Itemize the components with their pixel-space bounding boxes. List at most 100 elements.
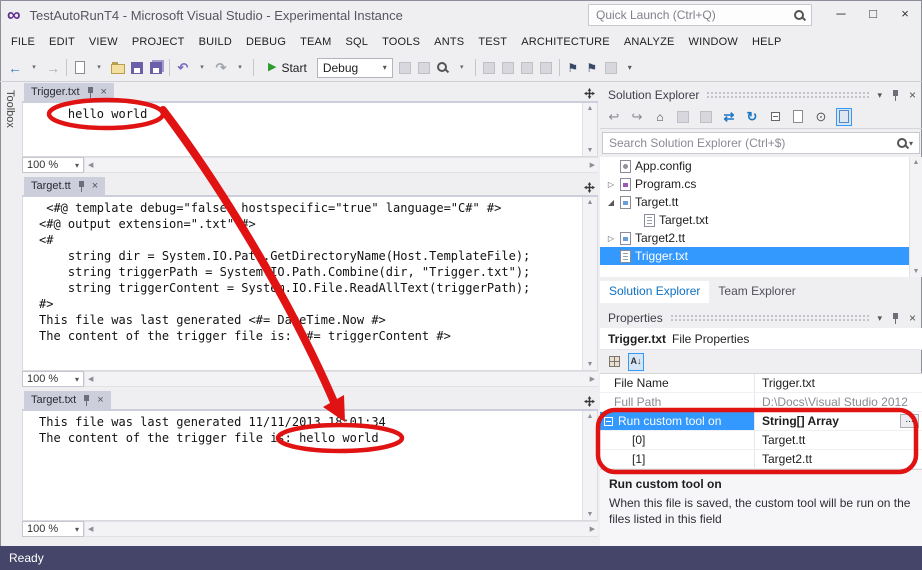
collapse-all-icon[interactable] [767,108,783,126]
property-value-cell[interactable]: String[] Array ... [755,412,922,430]
horizontal-scrollbar[interactable]: ◀ ▶ [84,371,598,387]
menu-item[interactable]: WINDOW [682,32,745,52]
solution-explorer-search-input[interactable]: Search Solution Explorer (Ctrl+$) ▾ [602,132,920,154]
scroll-right-icon[interactable]: ▶ [590,162,595,169]
close-icon[interactable]: × [97,394,103,406]
undo-caret-icon[interactable]: ▾ [195,58,209,78]
sync-with-active-document-icon[interactable]: ⇄ [721,108,737,126]
property-row[interactable]: [0] Target.tt ... [600,431,922,450]
next-bookmark-icon[interactable]: ⚑ [585,58,599,78]
quick-launch-input[interactable]: Quick Launch (Ctrl+Q) [588,4,812,26]
expander-icon[interactable]: ▷ [606,180,616,189]
start-debugging-button[interactable]: ▶ Start [262,59,313,77]
toolbox-tab[interactable]: Toolbox [0,82,22,546]
back-icon[interactable]: ↩ [606,108,622,126]
expander-icon[interactable]: ◢ [606,198,616,207]
save-all-icon[interactable] [149,58,163,78]
scroll-left-icon[interactable]: ◀ [88,376,93,383]
close-button[interactable]: × [889,1,921,25]
categorized-icon[interactable] [606,353,622,371]
tab-target-txt[interactable]: Target.txt × [24,391,111,409]
vertical-scrollbar[interactable]: ▲ ▼ [582,197,597,370]
show-all-files-icon[interactable] [790,108,806,126]
tree-item[interactable]: ▷ Target2.tt [600,229,922,247]
menu-item[interactable]: ARCHITECTURE [514,32,617,52]
attach-to-process-icon[interactable] [398,58,412,78]
new-file-caret-icon[interactable]: ▾ [92,58,106,78]
window-position-icon[interactable]: ▾ [877,90,882,101]
scroll-up-icon[interactable]: ▲ [587,199,594,206]
property-row[interactable]: Full Path D:\Docs\Visual Studio 2012 ... [600,393,922,412]
ellipsis-button[interactable]: ... [900,414,919,428]
menu-item[interactable]: VIEW [82,32,125,52]
navigate-forward-icon[interactable] [501,58,515,78]
home-icon[interactable]: ⌂ [652,108,668,126]
indent-icon[interactable] [520,58,534,78]
close-icon[interactable]: × [92,180,98,192]
close-icon[interactable]: × [101,86,107,98]
save-icon[interactable] [130,58,144,78]
redo-icon[interactable]: ↷ [214,58,228,78]
expander-icon[interactable]: ▷ [606,234,616,243]
scroll-up-icon[interactable]: ▲ [913,159,920,166]
menu-item[interactable]: TOOLS [375,32,427,52]
tree-item[interactable]: ▷ Program.cs [600,175,922,193]
menu-item[interactable]: SQL [338,32,375,52]
property-value-cell[interactable]: D:\Docs\Visual Studio 2012 ... [755,393,922,411]
find-caret-icon[interactable]: ▾ [455,58,469,78]
pending-changes-filter-icon[interactable] [698,108,714,126]
menu-item[interactable]: EDIT [42,32,82,52]
zoom-level-select[interactable]: 100 % ▾ [22,521,84,537]
menu-item[interactable]: BUILD [192,32,239,52]
forward-icon[interactable]: ↪ [629,108,645,126]
window-position-icon[interactable]: ▾ [877,313,882,324]
toolbar-overflow-icon[interactable]: ▾ [623,58,637,78]
tree-item[interactable]: ◢ Target.tt [600,193,922,211]
scroll-right-icon[interactable]: ▶ [590,376,595,383]
tree-item[interactable]: App.config [600,157,922,175]
navigate-backward-icon[interactable] [482,58,496,78]
nav-back-caret-icon[interactable]: ▾ [27,58,41,78]
new-file-icon[interactable] [73,58,87,78]
pin-icon[interactable] [86,86,95,98]
code-editor[interactable]: This file was last generated 11/11/2013 … [22,411,598,521]
pin-icon[interactable] [891,89,900,101]
property-name-cell[interactable]: Run custom tool on [600,412,755,430]
pan-scroll-icon[interactable] [584,396,595,407]
breakpoints-icon[interactable] [417,58,431,78]
minimize-button[interactable]: ─ [825,1,857,25]
close-icon[interactable]: × [909,88,916,102]
menu-item[interactable]: HELP [745,32,789,52]
scroll-right-icon[interactable]: ▶ [590,526,595,533]
refresh-icon[interactable]: ↻ [744,108,760,126]
property-name-cell[interactable]: File Name [600,374,755,392]
property-name-cell[interactable]: Full Path [600,393,755,411]
scroll-left-icon[interactable]: ◀ [88,162,93,169]
close-icon[interactable]: × [909,311,916,325]
pin-icon[interactable] [77,180,86,192]
redo-caret-icon[interactable]: ▾ [233,58,247,78]
menu-item[interactable]: TEAM [293,32,338,52]
properties-header[interactable]: Properties ▾ × [600,308,922,328]
menu-item[interactable]: DEBUG [239,32,293,52]
preview-selected-items-icon[interactable] [836,107,852,126]
property-name-cell[interactable]: [0] [600,431,755,449]
solution-configuration-select[interactable]: Debug ▾ [316,57,393,78]
vertical-scrollbar[interactable]: ▲ ▼ [582,103,597,156]
outdent-icon[interactable] [539,58,553,78]
pan-scroll-icon[interactable] [584,182,595,193]
tree-item[interactable]: Trigger.txt [600,247,922,265]
property-value-cell[interactable]: Trigger.txt ... [755,374,922,392]
properties-object-row[interactable]: Trigger.txt File Properties [600,328,922,350]
menu-item[interactable]: TEST [471,32,514,52]
scroll-left-icon[interactable]: ◀ [88,526,93,533]
nav-forward-icon[interactable]: → [46,58,60,78]
horizontal-scrollbar[interactable]: ◀ ▶ [84,521,598,537]
open-file-icon[interactable] [111,58,125,78]
scroll-down-icon[interactable]: ▼ [587,147,594,154]
switch-views-icon[interactable] [675,108,691,126]
scroll-up-icon[interactable]: ▲ [587,105,594,112]
code-editor[interactable]: hello world ▲ ▼ [22,103,598,157]
nav-back-icon[interactable]: ← [8,58,22,78]
property-value-cell[interactable]: Target2.tt ... [755,450,922,468]
